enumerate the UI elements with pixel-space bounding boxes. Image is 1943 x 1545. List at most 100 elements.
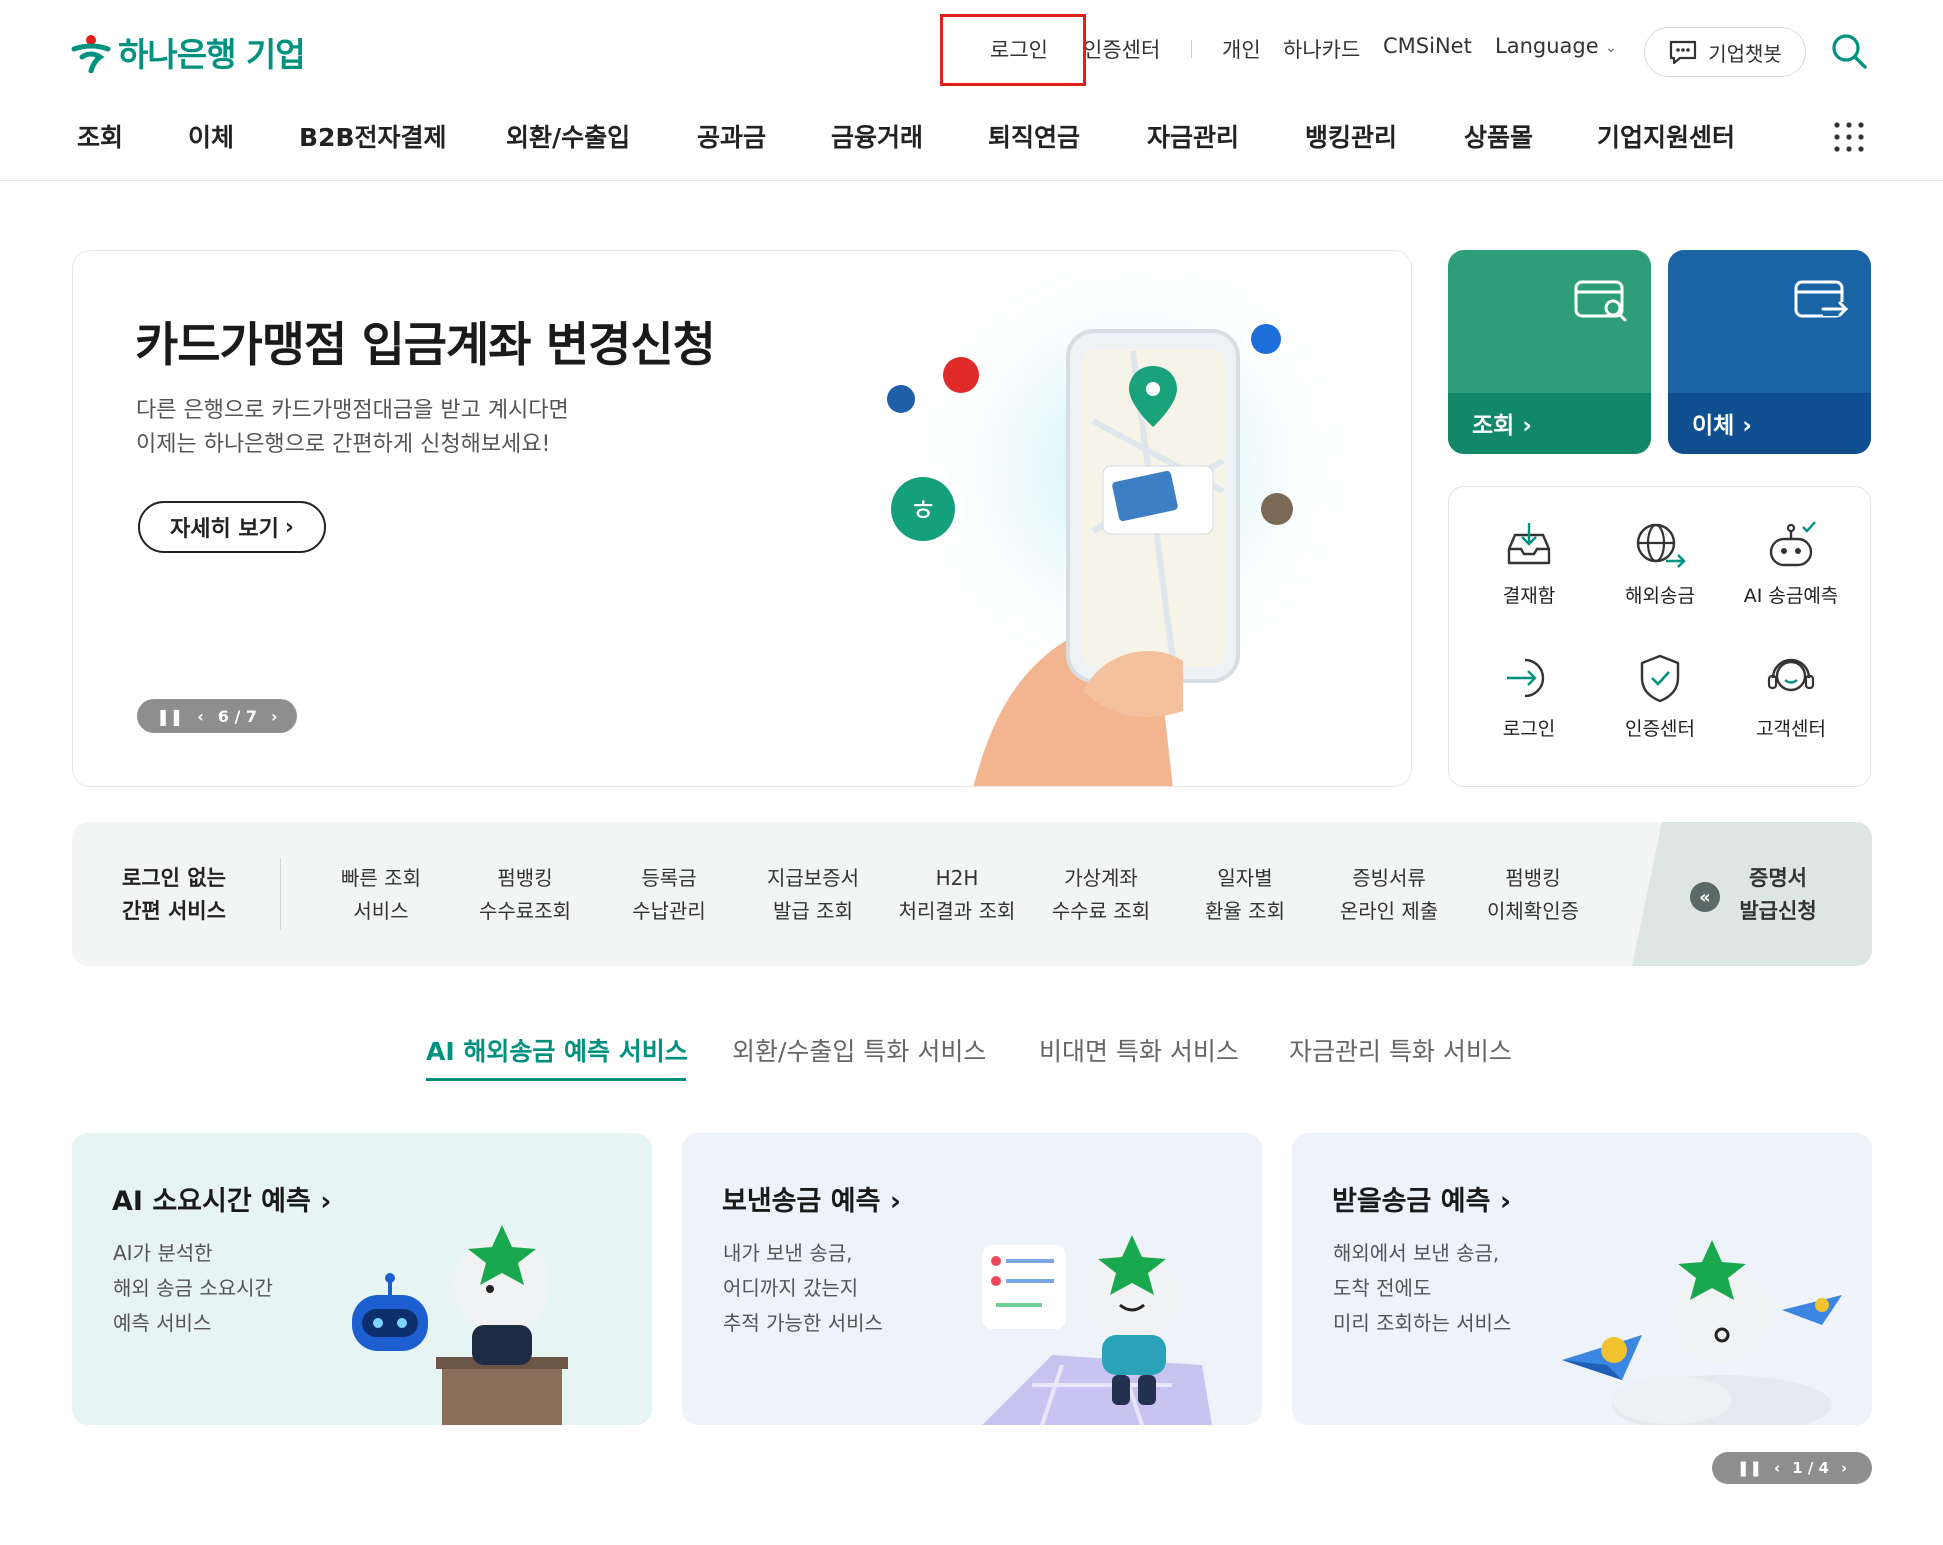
card-desc-line: 해외에서 보낸 송금, <box>1333 1241 1500 1265</box>
quick-cert-center[interactable]: 인증센터 <box>1594 650 1726 741</box>
util-cmsinet-link[interactable]: CMSiNet <box>1383 34 1472 58</box>
quick-approval-label: 결재함 <box>1502 585 1556 607</box>
gnb-item-support[interactable]: 기업지원센터 <box>1597 118 1735 154</box>
quick-approval[interactable]: 결재함 <box>1463 517 1595 608</box>
quick-login[interactable]: 로그인 <box>1463 650 1595 741</box>
next-icon[interactable]: › <box>1841 1459 1847 1477</box>
hero-pager: ❚❚ ‹ 6 / 7 › <box>137 699 297 733</box>
tile-inquiry-text: 조회 <box>1472 413 1515 439</box>
service-card-sent-remit[interactable]: 보낸송금 예측 › 내가 보낸 송금, 어디까지 갔는지 추적 가능한 서비스 <box>682 1133 1262 1425</box>
service-line: 환율 조회 <box>1205 899 1285 923</box>
search-icon[interactable] <box>1830 32 1868 70</box>
tab-forex[interactable]: 외환/수출입 특화 서비스 <box>732 1032 986 1068</box>
no-login-service-bar: 로그인 없는 간편 서비스 빠른 조회 서비스 펌뱅킹 수수료조회 등록금 수납… <box>72 822 1872 966</box>
hero-banner[interactable]: 카드가맹점 입금계좌 변경신청 다른 은행으로 카드가맹점대금을 받고 계시다면… <box>72 250 1412 787</box>
util-personal-link[interactable]: 개인 <box>1222 34 1261 64</box>
service-line: 서비스 <box>353 899 409 923</box>
transfer-card-icon <box>1794 280 1849 318</box>
service-tuition[interactable]: 등록금 수납관리 <box>599 862 739 928</box>
util-hanacard-link[interactable]: 하나카드 <box>1283 34 1360 64</box>
gnb-item-mall[interactable]: 상품몰 <box>1464 118 1533 154</box>
card-title-text: AI 소요시간 예측 <box>112 1186 311 1217</box>
chat-bubble-icon <box>1670 40 1697 65</box>
quick-cert-center-label: 인증센터 <box>1625 718 1695 740</box>
service-card-ai-time[interactable]: AI 소요시간 예측 › AI가 분석한 해외 송금 소요시간 예측 서비스 <box>72 1133 652 1425</box>
service-line: 수납관리 <box>632 899 706 923</box>
svg-text:ㅎ: ㅎ <box>909 494 937 529</box>
service-transfer-confirm[interactable]: 펌뱅킹 이체확인증 <box>1463 862 1603 928</box>
gnb-item-banking[interactable]: 뱅킹관리 <box>1305 118 1397 154</box>
quick-customer-center-label: 고객센터 <box>1756 718 1826 740</box>
next-icon[interactable]: › <box>271 707 278 726</box>
no-login-heading-line: 로그인 없는 <box>122 866 226 890</box>
gnb-item-inquiry[interactable]: 조회 <box>77 118 123 154</box>
quick-tile-inquiry[interactable]: 조회 › <box>1448 250 1651 454</box>
card-description: 내가 보낸 송금, 어디까지 갔는지 추적 가능한 서비스 <box>723 1236 883 1341</box>
card-desc-line: 추적 가능한 서비스 <box>723 1311 883 1335</box>
gnb-item-utility-bills[interactable]: 공과금 <box>697 118 766 154</box>
service-line: 발급 조회 <box>773 899 853 923</box>
card-desc-line: AI가 분석한 <box>113 1241 213 1265</box>
all-menu-icon[interactable] <box>1832 120 1866 154</box>
prev-icon[interactable]: ‹ <box>1774 1459 1780 1477</box>
mascot-plane-illustration <box>1562 1240 1842 1425</box>
service-guarantee[interactable]: 지급보증서 발급 조회 <box>743 862 883 928</box>
card-desc-line: 어디까지 갔는지 <box>723 1276 859 1300</box>
service-line: 온라인 제출 <box>1339 899 1439 923</box>
card-title-text: 보낸송금 예측 <box>722 1186 881 1217</box>
card-title: 받을송금 예측 › <box>1332 1186 1511 1217</box>
mascot-robot-illustration <box>352 1225 568 1425</box>
gnb-item-financial[interactable]: 금융거래 <box>831 118 923 154</box>
cards-pager: ❚❚ ‹ 1 / 4 › <box>1712 1452 1872 1484</box>
logo[interactable]: 하나은행 기업 <box>70 28 306 76</box>
service-h2h[interactable]: H2H 처리결과 조회 <box>887 862 1027 928</box>
service-line: H2H <box>935 866 979 890</box>
util-cert-center-link[interactable]: 인증센터 <box>1083 34 1160 64</box>
card-title: 보낸송금 예측 › <box>722 1186 901 1217</box>
pause-icon[interactable]: ❚❚ <box>156 707 183 726</box>
gnb-item-fund[interactable]: 자금관리 <box>1147 118 1239 154</box>
quick-tile-transfer[interactable]: 이체 › <box>1668 250 1871 454</box>
service-line: 지급보증서 <box>767 866 859 890</box>
service-line: 빠른 조회 <box>341 866 421 890</box>
double-chevron-left-icon[interactable]: « <box>1690 882 1720 912</box>
gnb-item-pension[interactable]: 퇴직연금 <box>988 118 1080 154</box>
hero-phone-illustration: ㅎ <box>883 271 1363 786</box>
quick-ai-forecast[interactable]: AI 송금예측 <box>1725 517 1857 608</box>
certificate-line: 발급신청 <box>1739 899 1817 923</box>
gnb-item-forex[interactable]: 외환/수출입 <box>506 118 630 154</box>
gnb-item-transfer[interactable]: 이체 <box>188 118 234 154</box>
service-line: 증빙서류 <box>1352 866 1426 890</box>
pause-icon[interactable]: ❚❚ <box>1737 1459 1762 1477</box>
chevron-down-icon: ⌄ <box>1605 40 1617 56</box>
tab-fund[interactable]: 자금관리 특화 서비스 <box>1289 1032 1512 1068</box>
chatbot-label: 기업챗봇 <box>1708 41 1782 66</box>
quick-login-label: 로그인 <box>1502 718 1556 740</box>
card-desc-line: 해외 송금 소요시간 <box>113 1276 273 1300</box>
quick-overseas-remit[interactable]: 해외송금 <box>1594 517 1726 608</box>
quick-ai-forecast-label: AI 송금예측 <box>1743 585 1839 607</box>
prev-icon[interactable]: ‹ <box>197 707 204 726</box>
tab-contactless[interactable]: 비대면 특화 서비스 <box>1039 1032 1239 1068</box>
certificate-issue-link[interactable]: 증명서 발급신청 <box>1728 862 1828 928</box>
tile-transfer-label: 이체 › <box>1692 413 1752 439</box>
tab-ai-remit[interactable]: AI 해외송금 예측 서비스 <box>426 1032 688 1068</box>
card-description: 해외에서 보낸 송금, 도착 전에도 미리 조회하는 서비스 <box>1333 1236 1511 1341</box>
service-line: 수수료조회 <box>479 899 571 923</box>
service-virtual-account[interactable]: 가상계좌 수수료 조회 <box>1031 862 1171 928</box>
quick-customer-center[interactable]: 고객센터 <box>1725 650 1857 741</box>
language-selector[interactable]: Language <box>1495 34 1599 58</box>
hero-detail-button[interactable]: 자세히 보기 › <box>138 501 326 553</box>
gnb-item-b2b[interactable]: B2B전자결제 <box>299 118 447 154</box>
service-card-incoming-remit[interactable]: 받을송금 예측 › 해외에서 보낸 송금, 도착 전에도 미리 조회하는 서비스 <box>1292 1133 1872 1425</box>
mascot-map-illustration <box>982 1235 1212 1425</box>
shield-check-icon <box>1640 654 1680 703</box>
service-line: 이체확인증 <box>1487 899 1579 923</box>
service-quick-inquiry[interactable]: 빠른 조회 서비스 <box>311 862 451 928</box>
service-line: 펌뱅킹 <box>497 866 553 890</box>
service-firmbanking-fee[interactable]: 펌뱅킹 수수료조회 <box>455 862 595 928</box>
chatbot-button[interactable]: 기업챗봇 <box>1644 27 1806 77</box>
hero-pager-count: 6 / 7 <box>217 706 258 726</box>
service-documents[interactable]: 증빙서류 온라인 제출 <box>1319 862 1459 928</box>
service-exchange-rate[interactable]: 일자별 환율 조회 <box>1175 862 1315 928</box>
